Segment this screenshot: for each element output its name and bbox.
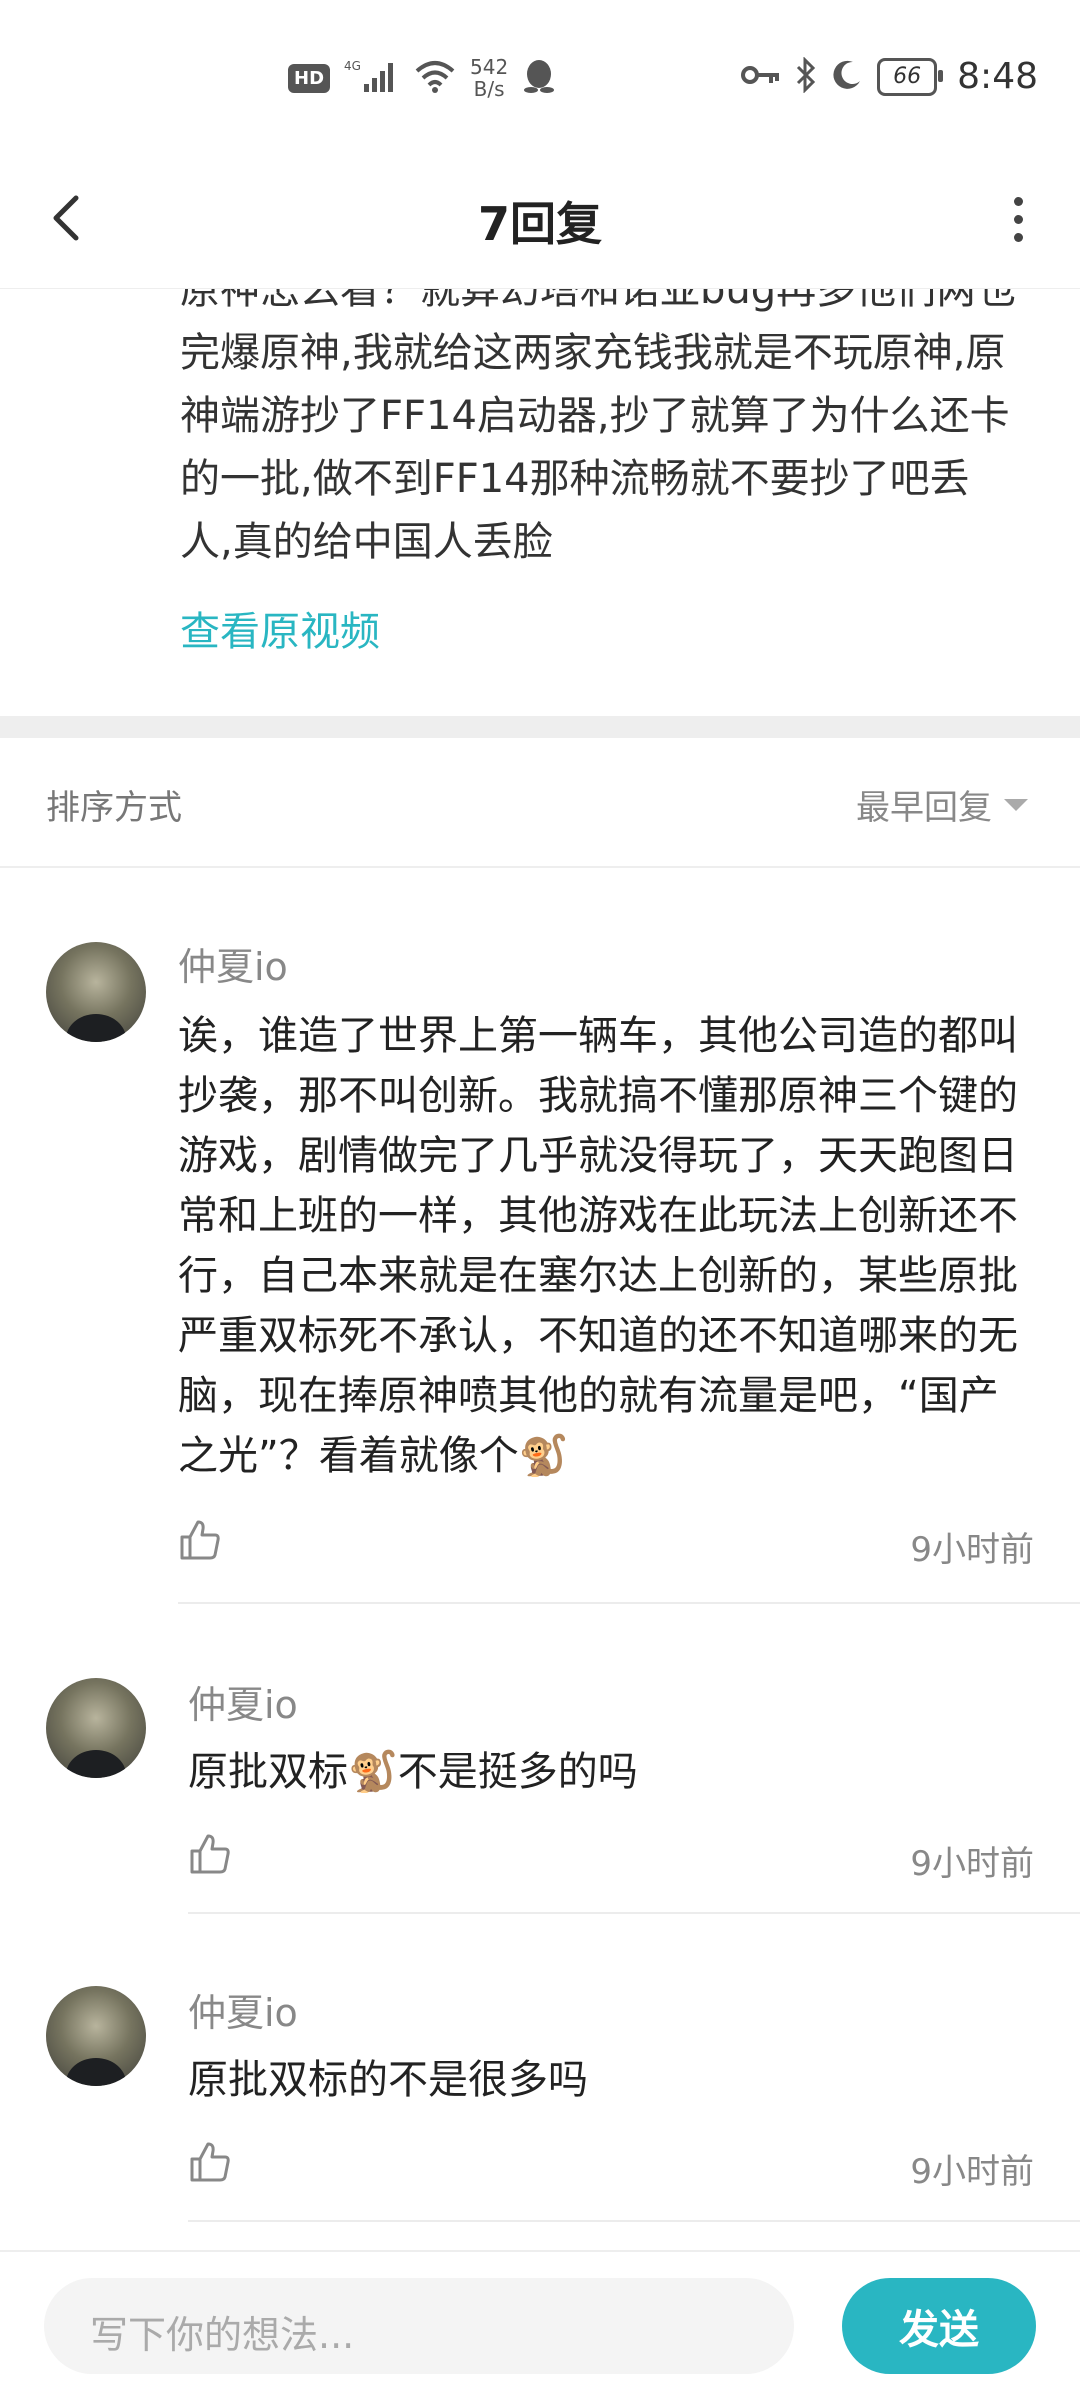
hd-badge: HD (288, 63, 331, 93)
wifi-icon (414, 59, 456, 97)
reply-username[interactable]: 仲夏io (178, 936, 288, 991)
reply-time: 9小时前 (910, 2152, 1034, 2192)
more-dot-icon (1013, 215, 1023, 224)
reply-item: 仲夏io 诶，谁造了世界上第一辆车，其他公司造的都叫抄袭，那不叫创新。我就搞不懂… (0, 866, 1080, 1606)
reply-input[interactable]: 写下你的想法... (44, 2278, 794, 2374)
reply-input-placeholder: 写下你的想法... (90, 2313, 355, 2357)
signal-icon: 4G (344, 58, 400, 98)
top-nav: 7回复 (0, 160, 1080, 290)
reply-username[interactable]: 仲夏io (188, 1674, 298, 1729)
reply-content: 原批双标的不是很多吗 (188, 2057, 588, 2103)
battery-indicator: 66 (877, 57, 944, 96)
divider (178, 1602, 1080, 1604)
avatar[interactable] (46, 942, 146, 1042)
thumbs-up-icon (190, 1834, 230, 1874)
send-button[interactable]: 发送 (842, 2278, 1036, 2374)
status-right: 66 8:48 (741, 55, 1038, 97)
clock: 8:48 (957, 56, 1038, 97)
net-speed-value: 542 (470, 55, 509, 79)
page-title: 7回复 (477, 197, 602, 251)
moon-icon (831, 59, 863, 95)
original-comment: 原神怎么看？就算幻塔和诺亚bug再多他们两也完爆原神,我就给这两家充钱我就是不玩… (0, 288, 1080, 719)
original-comment-text: 原神怎么看？就算幻塔和诺亚bug再多他们两也完爆原神,我就给这两家充钱我就是不玩… (180, 288, 1017, 565)
key-icon (741, 62, 781, 92)
dropdown-triangle-icon (1004, 798, 1028, 811)
reply-input-bar: 写下你的想法... 发送 (0, 2250, 1080, 2402)
thumbs-up-icon (190, 2142, 230, 2182)
net-speed-unit: B/s (473, 77, 505, 101)
reply-content: 原批双标🐒不是挺多的吗 (188, 1749, 638, 1795)
section-separator (0, 716, 1080, 738)
view-original-video-link[interactable]: 查看原视频 (180, 599, 380, 657)
like-button[interactable] (178, 1518, 222, 1562)
like-button[interactable] (188, 2140, 232, 2184)
sort-label: 排序方式 (46, 788, 182, 828)
more-dot-icon (1013, 233, 1023, 242)
sort-dropdown[interactable]: 最早回复 (856, 780, 1028, 829)
reply-content: 诶，谁造了世界上第一辆车，其他公司造的都叫抄袭，那不叫创新。我就搞不懂那原神三个… (178, 1013, 1018, 1479)
thumbs-up-icon (180, 1520, 220, 1560)
bluetooth-icon (795, 55, 817, 97)
sort-bar: 排序方式 最早回复 (0, 738, 1080, 868)
status-left: HD 4G 542 B/s (288, 56, 556, 100)
reply-username[interactable]: 仲夏io (188, 1982, 298, 2037)
reply-item: 仲夏io 原批双标的不是很多吗 9小时前 (0, 1914, 1080, 2224)
divider (188, 2220, 1080, 2222)
more-options-button[interactable] (996, 188, 1040, 248)
status-bar: HD 4G 542 B/s 66 8:48 (0, 0, 1080, 160)
net-speed: 542 B/s (470, 56, 508, 100)
avatar[interactable] (46, 1678, 146, 1778)
reply-time: 9小时前 (910, 1844, 1034, 1884)
more-dot-icon (1013, 197, 1023, 206)
like-button[interactable] (188, 1832, 232, 1876)
network-type: 4G (344, 59, 361, 73)
qq-icon (522, 57, 556, 99)
reply-time: 9小时前 (910, 1530, 1034, 1570)
avatar[interactable] (46, 1986, 146, 2086)
sort-value: 最早回复 (856, 788, 992, 828)
reply-item: 仲夏io 原批双标🐒不是挺多的吗 9小时前 (0, 1606, 1080, 1914)
